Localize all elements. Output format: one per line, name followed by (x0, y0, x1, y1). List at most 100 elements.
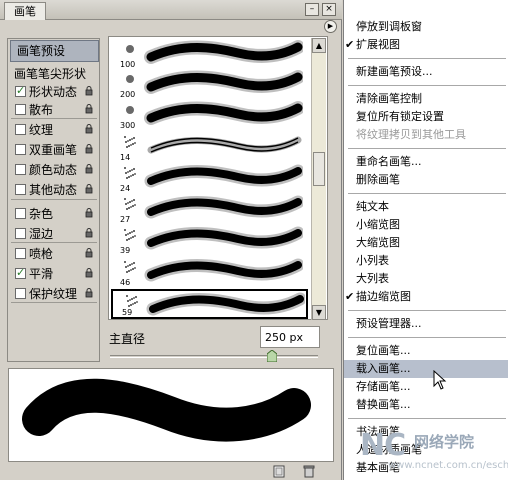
new-preset-icon[interactable] (272, 465, 286, 478)
brush-preset-item[interactable]: 200 (111, 69, 308, 99)
brush-option-row[interactable]: 颜色动态 (8, 160, 99, 178)
brush-list-scrollbar[interactable]: ▲ ▼ (311, 38, 326, 320)
brush-preset-item[interactable]: 59 (111, 289, 308, 319)
brush-option-row[interactable]: 保护纹理 (8, 284, 99, 302)
menu-item[interactable]: ✔ 描边缩览图 (344, 288, 508, 306)
brush-size-label: 24 (120, 184, 131, 193)
option-checkbox[interactable] (15, 247, 26, 259)
lock-icon[interactable] (84, 184, 94, 194)
minimize-icon[interactable]: – (305, 3, 319, 16)
brush-presets-item[interactable]: 画笔预设 (10, 40, 99, 62)
master-diameter-input[interactable] (260, 326, 320, 348)
menu-item[interactable]: 纯文本 (344, 198, 508, 216)
diameter-slider-thumb[interactable] (267, 350, 278, 362)
lock-icon[interactable] (84, 208, 94, 218)
diameter-slider-track[interactable] (110, 355, 318, 358)
option-checkbox[interactable] (15, 123, 26, 135)
option-checkbox[interactable] (15, 143, 26, 155)
menu-item[interactable]: ✔ 扩展视图 (344, 36, 508, 54)
triangle-right-icon[interactable]: ▶ (324, 20, 337, 33)
menu-item[interactable]: 书法画笔 (344, 423, 508, 441)
lock-icon[interactable] (84, 268, 94, 278)
brush-size-label: 27 (120, 215, 131, 224)
menu-item[interactable]: 基本画笔 (344, 459, 508, 477)
option-label: 保护纹理 (29, 286, 78, 301)
menu-item[interactable]: 清除画笔控制 (344, 90, 508, 108)
menu-item-label: 复位画笔... (356, 344, 411, 357)
option-divider (11, 242, 97, 243)
brush-preset-item[interactable]: 27 (111, 194, 308, 224)
menu-item[interactable]: 存储画笔... (344, 378, 508, 396)
lock-icon[interactable] (84, 288, 94, 298)
menu-item[interactable]: 删除画笔 (344, 171, 508, 189)
brush-preset-item[interactable]: 24 (111, 163, 308, 193)
menu-item[interactable]: 人造材质画笔 (344, 441, 508, 459)
option-checkbox[interactable] (15, 84, 26, 97)
lock-icon[interactable] (84, 104, 94, 114)
option-label: 画笔笔尖形状 (14, 66, 87, 81)
menu-item[interactable]: 大列表 (344, 270, 508, 288)
menu-item[interactable]: 复位画笔... (344, 342, 508, 360)
menu-item[interactable]: 载入画笔... (344, 360, 508, 378)
mouse-pointer-icon (433, 370, 447, 390)
brush-option-row[interactable]: 双重画笔 (8, 140, 99, 158)
brush-option-row[interactable]: 其他动态 (8, 180, 99, 198)
brush-option-row[interactable]: 杂色 (8, 204, 99, 222)
brush-size-label: 59 (122, 308, 133, 317)
menu-item[interactable]: 小缩览图 (344, 216, 508, 234)
brush-preset-item[interactable]: 46 (111, 257, 308, 287)
menu-item[interactable]: 停放到调板窗 (344, 18, 508, 36)
menu-item[interactable]: 新建画笔预设... (344, 63, 508, 81)
brush-option-row[interactable]: 湿边 (8, 224, 99, 242)
brush-option-row[interactable]: 画笔笔尖形状 (8, 64, 99, 82)
brush-preset-item[interactable]: 100 (111, 39, 308, 69)
lock-icon[interactable] (84, 124, 94, 134)
menu-item[interactable]: 预设管理器... (344, 315, 508, 333)
scroll-down-icon[interactable]: ▼ (312, 305, 326, 320)
brush-size-label: 100 (120, 60, 136, 69)
brushes-panel-menu: 停放到调板窗 ✔ 扩展视图新建画笔预设... 清除画笔控制复位所有锁定设置 将纹理拷贝到… (343, 0, 508, 480)
delete-icon[interactable] (302, 465, 316, 478)
lock-icon[interactable] (84, 86, 94, 96)
menu-separator (348, 58, 506, 59)
brush-option-row[interactable]: 喷枪 (8, 244, 99, 262)
scrollbar-thumb[interactable] (313, 152, 325, 186)
menu-item-label: 清除画笔控制 (356, 92, 422, 105)
brush-stroke-thumbnail (147, 136, 302, 154)
brush-option-row[interactable]: 平滑 (8, 264, 99, 282)
menu-item[interactable]: 小列表 (344, 252, 508, 270)
menu-item[interactable]: 替换画笔... (344, 396, 508, 414)
brush-preset-item[interactable]: 300 (111, 100, 308, 130)
brush-option-row[interactable]: 散布 (8, 100, 99, 118)
scroll-up-icon[interactable]: ▲ (312, 38, 326, 53)
lock-icon[interactable] (84, 228, 94, 238)
menu-item[interactable]: 将纹理拷贝到其他工具 (344, 126, 508, 144)
option-checkbox[interactable] (15, 103, 26, 115)
menu-item-label: 重命名画笔... (356, 155, 422, 168)
option-checkbox[interactable] (15, 207, 26, 219)
option-checkbox[interactable] (15, 227, 26, 239)
lock-icon[interactable] (84, 144, 94, 154)
brush-rows: 100 200 300 14 24 27 39 46 59 (109, 37, 314, 319)
menu-item[interactable]: 复位所有锁定设置 (344, 108, 508, 126)
option-checkbox[interactable] (15, 266, 26, 279)
menu-separator (348, 193, 506, 194)
close-icon[interactable]: × (322, 3, 336, 16)
menu-item[interactable]: 重命名画笔... (344, 153, 508, 171)
menu-separator (348, 85, 506, 86)
brush-option-row[interactable]: 形状动态 (8, 82, 99, 100)
brush-preset-item[interactable]: 39 (111, 225, 308, 255)
option-checkbox[interactable] (15, 287, 26, 299)
brush-tip-splatter-icon (126, 295, 138, 307)
brush-tip-dot-icon (126, 106, 134, 114)
brush-stroke-thumbnail (144, 70, 303, 94)
option-label: 纹理 (29, 122, 54, 137)
option-checkbox[interactable] (15, 183, 26, 195)
lock-icon[interactable] (84, 248, 94, 258)
menu-item[interactable]: 大缩览图 (344, 234, 508, 252)
brush-preset-item[interactable]: 14 (111, 132, 308, 162)
lock-icon[interactable] (84, 164, 94, 174)
brush-option-row[interactable]: 纹理 (8, 120, 99, 138)
option-checkbox[interactable] (15, 163, 26, 175)
tab-brushes[interactable]: 画笔 (4, 2, 46, 20)
